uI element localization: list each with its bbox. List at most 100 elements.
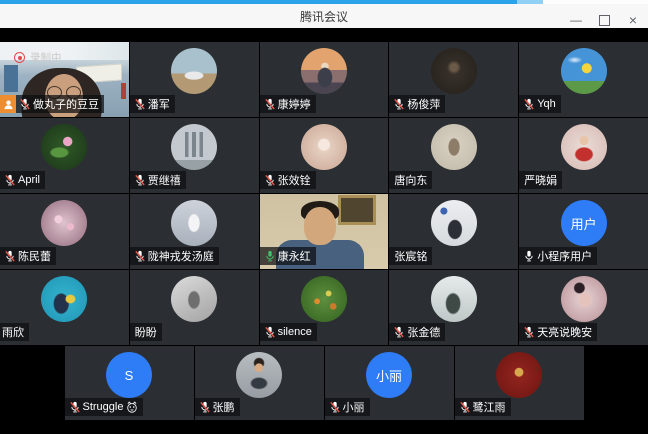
participant-name: 唐向东	[394, 172, 427, 188]
mic-muted-icon	[5, 174, 15, 186]
participant-avatar	[561, 276, 607, 322]
participant-tile[interactable]: 小丽 小丽	[325, 346, 454, 420]
participant-tile[interactable]: S Struggle	[65, 346, 194, 420]
mic-muted-icon	[460, 401, 470, 413]
recording-label: 录制中	[30, 50, 62, 65]
participant-name: 贾继禧	[148, 172, 181, 188]
participant-name: 张金德	[407, 324, 440, 340]
participant-name: 潘军	[148, 96, 170, 112]
participant-tile[interactable]: 陇神戎发汤庭	[130, 194, 259, 269]
mic-muted-icon	[265, 326, 275, 338]
mic-muted-icon	[524, 98, 534, 110]
participant-avatar	[171, 48, 217, 94]
participant-tile[interactable]: 康婷婷	[260, 42, 389, 117]
participant-name-label: silence	[260, 323, 317, 341]
participant-name-label: 小丽	[325, 398, 370, 416]
participant-avatar	[301, 276, 347, 322]
participant-tile[interactable]: 天亮说晚安	[519, 270, 648, 345]
participant-name: 张宸铭	[394, 248, 427, 264]
participant-avatar: S	[106, 352, 152, 398]
participant-tile[interactable]: silence	[260, 270, 389, 345]
participant-grid-main: 做丸子的豆豆 潘军 康婷婷 杨俊萍 Yqh April 贾继禧 张效铨唐向东严晓…	[0, 42, 648, 345]
participant-name-label: 张金德	[389, 323, 445, 341]
participant-name-label: 鹭江雨	[455, 398, 511, 416]
participant-avatar	[431, 276, 477, 322]
participant-name: 雨欣	[2, 324, 24, 340]
participant-name-label: 杨俊萍	[389, 95, 445, 113]
participant-tile[interactable]: 张宸铭	[389, 194, 518, 269]
participant-tile[interactable]: 鹭江雨	[455, 346, 584, 420]
participant-name: Yqh	[537, 98, 556, 110]
mic-on-icon	[524, 250, 534, 262]
avatar-initials: 小丽	[376, 366, 402, 385]
participant-tile[interactable]: 康永红	[260, 194, 389, 269]
mic-muted-icon	[135, 174, 145, 186]
participant-tile[interactable]: 盼盼	[130, 270, 259, 345]
participant-name: April	[18, 174, 40, 186]
participant-avatar	[301, 48, 347, 94]
mic-muted-icon	[135, 250, 145, 262]
participant-tile[interactable]: 严晓娟	[519, 118, 648, 193]
participant-tile[interactable]: Yqh	[519, 42, 648, 117]
recording-indicator: 录制中	[14, 50, 62, 65]
participant-avatar	[431, 124, 477, 170]
participant-tile[interactable]: 用户 小程序用户	[519, 194, 648, 269]
participant-name: 陇神戎发汤庭	[148, 248, 214, 264]
participant-tile[interactable]: 杨俊萍	[389, 42, 518, 117]
participant-name-label: Struggle	[65, 398, 144, 416]
maximize-button[interactable]	[599, 15, 610, 26]
participant-name-label: 张宸铭	[389, 247, 432, 265]
participant-name: silence	[278, 326, 312, 338]
participant-avatar: 小丽	[366, 352, 412, 398]
participant-avatar	[171, 124, 217, 170]
recording-icon	[14, 52, 25, 63]
participant-tile[interactable]: 张金德	[389, 270, 518, 345]
participant-name-label: 严晓娟	[519, 171, 562, 189]
tiger-face-emoji-icon	[126, 401, 138, 413]
participant-avatar	[41, 200, 87, 246]
participant-name-label: 康婷婷	[260, 95, 316, 113]
mic-muted-icon	[20, 98, 30, 110]
participant-name: 鹭江雨	[473, 399, 506, 415]
mic-muted-icon	[330, 401, 340, 413]
participant-grid-bottom-row: S Struggle 张鹏 小丽 小丽 鹭江雨	[0, 346, 648, 420]
avatar-initials: S	[125, 368, 134, 383]
video-grid-area: 录制中 做丸子的豆豆 潘军 康婷婷 杨俊萍 Yqh April 贾继禧	[0, 28, 648, 434]
participant-name: 小丽	[343, 399, 365, 415]
participant-avatar	[431, 48, 477, 94]
participant-tile[interactable]: 唐向东	[389, 118, 518, 193]
participant-tile[interactable]: 张效铨	[260, 118, 389, 193]
participant-tile[interactable]: 潘军	[130, 42, 259, 117]
participant-name-label: 雨欣	[0, 323, 29, 341]
participant-name: 杨俊萍	[407, 96, 440, 112]
participant-name: 康永红	[278, 248, 311, 264]
participant-name-label: 康永红	[260, 247, 316, 265]
participant-avatar	[561, 124, 607, 170]
participant-name-label: 贾继禧	[130, 171, 186, 189]
mic-on-icon	[265, 250, 275, 262]
participant-avatar	[561, 48, 607, 94]
participant-tile[interactable]: 张鹏	[195, 346, 324, 420]
participant-avatar	[171, 200, 217, 246]
participant-avatar	[431, 200, 477, 246]
participant-name-label: 张鹏	[195, 398, 240, 416]
participant-tile[interactable]: 雨欣	[0, 270, 129, 345]
mic-muted-icon	[70, 401, 80, 413]
avatar-initials: 用户	[571, 214, 597, 233]
participant-name-label: 天亮说晚安	[519, 323, 597, 341]
participant-name: 盼盼	[135, 324, 157, 340]
participant-avatar	[41, 276, 87, 322]
participant-name-label: 小程序用户	[519, 247, 597, 265]
participant-name: 康婷婷	[278, 96, 311, 112]
participant-name-label: 陇神戎发汤庭	[130, 247, 219, 265]
participant-name-label: April	[0, 171, 45, 189]
participant-avatar	[496, 352, 542, 398]
participant-tile[interactable]: April	[0, 118, 129, 193]
participant-tile[interactable]: 贾继禧	[130, 118, 259, 193]
titlebar[interactable]: 腾讯会议 — ×	[0, 4, 648, 28]
participant-avatar	[236, 352, 282, 398]
participant-name-label: 张效铨	[260, 171, 316, 189]
participant-avatar	[301, 124, 347, 170]
participant-name: 天亮说晚安	[537, 324, 592, 340]
participant-tile[interactable]: 陈民蕾	[0, 194, 129, 269]
